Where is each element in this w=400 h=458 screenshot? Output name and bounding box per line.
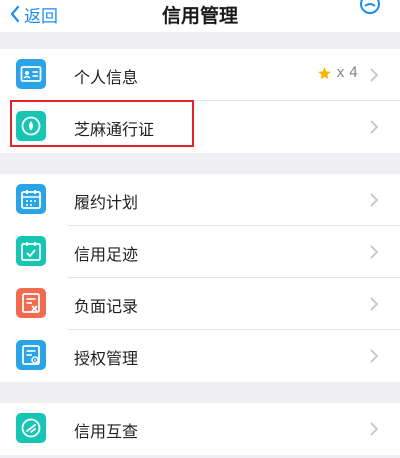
chevron-right-icon [370, 245, 378, 259]
footprint-icon [16, 236, 46, 266]
row-authorization[interactable]: 授权管理 [0, 330, 400, 382]
chevron-right-icon [370, 193, 378, 207]
page-title: 信用管理 [161, 5, 238, 27]
more-icon[interactable] [358, 0, 382, 16]
group-records: 履约计划 信用足迹 负面记录 授权管理 [0, 174, 400, 382]
chevron-right-icon [370, 68, 378, 82]
chevron-right-icon [370, 422, 378, 436]
chevron-right-icon [370, 120, 378, 134]
group-mutual: 信用互查 [0, 403, 400, 455]
row-plan[interactable]: 履约计划 [0, 174, 400, 226]
nav-bar: 返回 信用管理 [0, 0, 400, 32]
star-icon [318, 66, 332, 79]
row-negative[interactable]: 负面记录 [0, 278, 400, 330]
calendar-icon [16, 184, 46, 214]
row-footprint[interactable]: 信用足迹 [0, 226, 400, 278]
row-label: 授权管理 [74, 349, 139, 368]
negative-record-icon [16, 288, 46, 318]
highlight-box [10, 100, 194, 147]
id-card-icon [16, 59, 46, 89]
authorization-icon [16, 340, 46, 370]
row-label: 履约计划 [74, 193, 139, 212]
row-personal-info[interactable]: 个人信息 x 4 [0, 49, 400, 101]
star-count: x 4 [336, 65, 358, 81]
chevron-right-icon [370, 349, 378, 363]
chevron-right-icon [370, 297, 378, 311]
row-label: 信用互查 [74, 422, 139, 441]
row-label: 个人信息 [74, 68, 139, 87]
row-label: 负面记录 [74, 297, 139, 316]
row-mutual-check[interactable]: 信用互查 [0, 403, 400, 455]
mutual-check-icon [16, 413, 46, 443]
row-label: 信用足迹 [74, 245, 139, 264]
star-badge: x 4 [317, 65, 358, 81]
